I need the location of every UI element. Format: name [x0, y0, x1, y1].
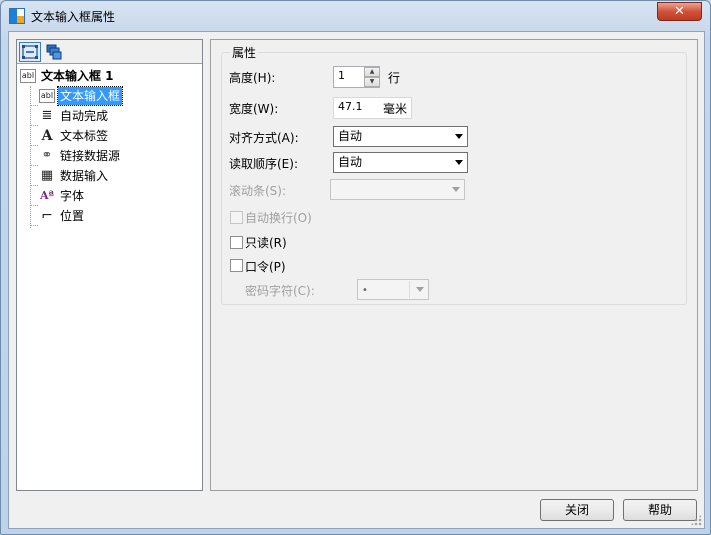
tree-connector: [30, 125, 38, 126]
keyboard-icon: ▦: [40, 168, 54, 183]
tree-item-text-field[interactable]: abl 文本输入框: [17, 86, 202, 106]
dialog-window: 文本输入框属性 ✕ abl 文本输入框 1 abl 文本输入框 ≣ 自动完成 A…: [0, 0, 711, 535]
password-char-value: •: [362, 285, 368, 296]
chevron-down-icon: [455, 160, 463, 165]
tree-item-label: 文本输入框 1: [41, 69, 114, 83]
tree-item-label: 自动完成: [60, 109, 109, 123]
autowrap-checkbox[interactable]: [230, 211, 243, 224]
scrollbar-label: 滚动条(S):: [229, 184, 287, 198]
dialog-client: abl 文本输入框 1 abl 文本输入框 ≣ 自动完成 A 文本标签 ⚭ 链接…: [8, 31, 705, 529]
font-icon: Aª: [40, 189, 54, 202]
readonly-checkbox[interactable]: [230, 236, 243, 249]
stepper-down-icon[interactable]: ▼: [364, 77, 380, 87]
chevron-down-icon: [416, 287, 424, 292]
height-unit: 行: [388, 71, 401, 85]
password-label: 口令(P): [245, 260, 286, 274]
close-window-button[interactable]: ✕: [657, 2, 702, 21]
tree-connector: [30, 105, 38, 106]
read-order-select[interactable]: 自动: [333, 152, 468, 173]
tree-toolbar: [17, 40, 202, 64]
tree-item-font[interactable]: Aª 字体: [17, 186, 202, 206]
width-unit: 毫米: [383, 102, 408, 116]
stepper-up-icon[interactable]: ▲: [364, 67, 380, 77]
tree-root-item[interactable]: abl 文本输入框 1: [17, 66, 202, 86]
password-checkbox[interactable]: [230, 259, 243, 272]
chevron-down-icon: [455, 134, 463, 139]
title-bar[interactable]: 文本输入框属性 ✕: [1, 1, 710, 31]
tree-connector: [30, 165, 38, 166]
tree-item-label: 位置: [60, 209, 85, 223]
scrollbar-select[interactable]: [330, 179, 465, 200]
tree-connector: [30, 225, 38, 226]
align-select[interactable]: 自动: [333, 126, 468, 147]
tree-connector: [30, 205, 38, 206]
tree-connector: [30, 185, 38, 186]
object-tree-icon[interactable]: [19, 42, 41, 62]
height-stepper[interactable]: ▲ ▼: [364, 67, 380, 87]
tree-pane: abl 文本输入框 1 abl 文本输入框 ≣ 自动完成 A 文本标签 ⚭ 链接…: [16, 39, 203, 491]
tree-item-label: 数据输入: [60, 169, 109, 183]
height-label: 高度(H):: [229, 71, 276, 85]
tree-item-label: 文本标签: [60, 129, 109, 143]
tree-item-data-input[interactable]: ▦ 数据输入: [17, 166, 202, 186]
read-order-label: 读取顺序(E):: [229, 157, 298, 171]
tree-item-text-label[interactable]: A 文本标签: [17, 126, 202, 146]
help-button[interactable]: 帮助: [623, 499, 697, 521]
autocomplete-icon: ≣: [41, 108, 53, 123]
tree-item-position[interactable]: ⌐ 位置: [17, 206, 202, 226]
layers-icon[interactable]: [43, 42, 65, 62]
chevron-down-icon: [452, 187, 460, 192]
password-char-label: 密码字符(C):: [245, 284, 315, 298]
tree-item-label: 文本输入框: [56, 86, 124, 106]
password-char-select[interactable]: •: [357, 279, 429, 300]
readonly-label: 只读(R): [245, 236, 287, 250]
width-input[interactable]: 47.1 毫米: [333, 97, 412, 119]
tree-item-label: 字体: [60, 189, 85, 203]
tree-connector: [30, 86, 31, 228]
align-label: 对齐方式(A):: [229, 131, 299, 145]
window-title: 文本输入框属性: [31, 10, 116, 24]
property-tree: abl 文本输入框 1 abl 文本输入框 ≣ 自动完成 A 文本标签 ⚭ 链接…: [17, 66, 202, 226]
width-label: 宽度(W):: [229, 102, 279, 116]
properties-pane: 属性 高度(H): 1 ▲ ▼ 行 宽度(W): 47.1 毫米 对齐方式(A)…: [210, 39, 698, 491]
properties-group: 属性 高度(H): 1 ▲ ▼ 行 宽度(W): 47.1 毫米 对齐方式(A)…: [221, 44, 687, 305]
link-icon: ⚭: [41, 148, 53, 163]
read-order-value: 自动: [338, 155, 363, 169]
align-value: 自动: [338, 129, 363, 143]
width-value: 47.1: [338, 100, 363, 113]
close-button[interactable]: 关闭: [540, 499, 614, 521]
app-icon: [9, 8, 25, 24]
text-field-icon: abl: [20, 69, 36, 83]
tree-item-autocomplete[interactable]: ≣ 自动完成: [17, 106, 202, 126]
tree-connector: [30, 145, 38, 146]
text-label-icon: A: [41, 128, 53, 144]
tree-item-label: 链接数据源: [60, 149, 121, 163]
text-field-icon: abl: [39, 89, 55, 103]
position-icon: ⌐: [41, 208, 53, 224]
group-title: 属性: [230, 44, 259, 61]
tree-item-data-source[interactable]: ⚭ 链接数据源: [17, 146, 202, 166]
autowrap-label: 自动换行(O): [245, 211, 312, 225]
